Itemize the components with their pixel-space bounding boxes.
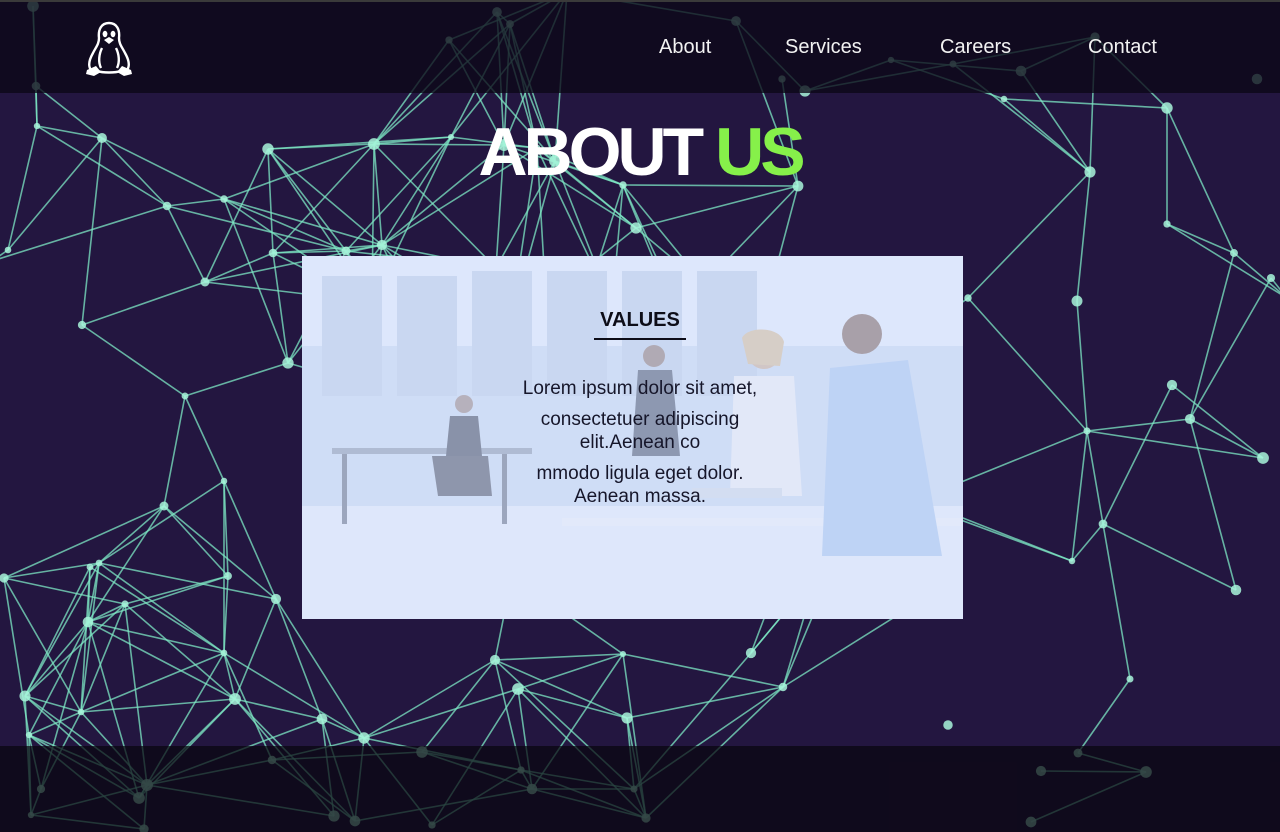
main-nav: About Services Careers Contact — [0, 35, 1280, 61]
nav-link-careers[interactable]: Careers — [940, 35, 1011, 59]
values-paragraph-1: Lorem ipsum dolor sit amet, — [522, 378, 758, 399]
page-title-part1: ABOUT — [478, 114, 716, 190]
nav-link-contact[interactable]: Contact — [1088, 35, 1157, 59]
values-card: VALUES Lorem ipsum dolor sit amet, conse… — [302, 256, 963, 619]
values-paragraph-2: consectetuer adipiscing elit.Aenean co — [540, 409, 740, 453]
page-title-part2: US — [715, 114, 805, 190]
nav-link-services[interactable]: Services — [785, 35, 862, 59]
page-title: ABOUT US — [0, 112, 1280, 192]
values-paragraph-3: mmodo ligula eget dolor. Aenean massa. — [536, 463, 744, 507]
values-text: Lorem ipsum dolor sit amet, consectetuer… — [502, 377, 778, 516]
footer-bar — [0, 746, 1280, 832]
top-navigation-bar: About Services Careers Contact — [0, 0, 1280, 93]
nav-link-about[interactable]: About — [659, 35, 711, 59]
about-page: About Services Careers Contact ABOUT US — [0, 0, 1280, 832]
values-heading: VALUES — [594, 308, 686, 340]
